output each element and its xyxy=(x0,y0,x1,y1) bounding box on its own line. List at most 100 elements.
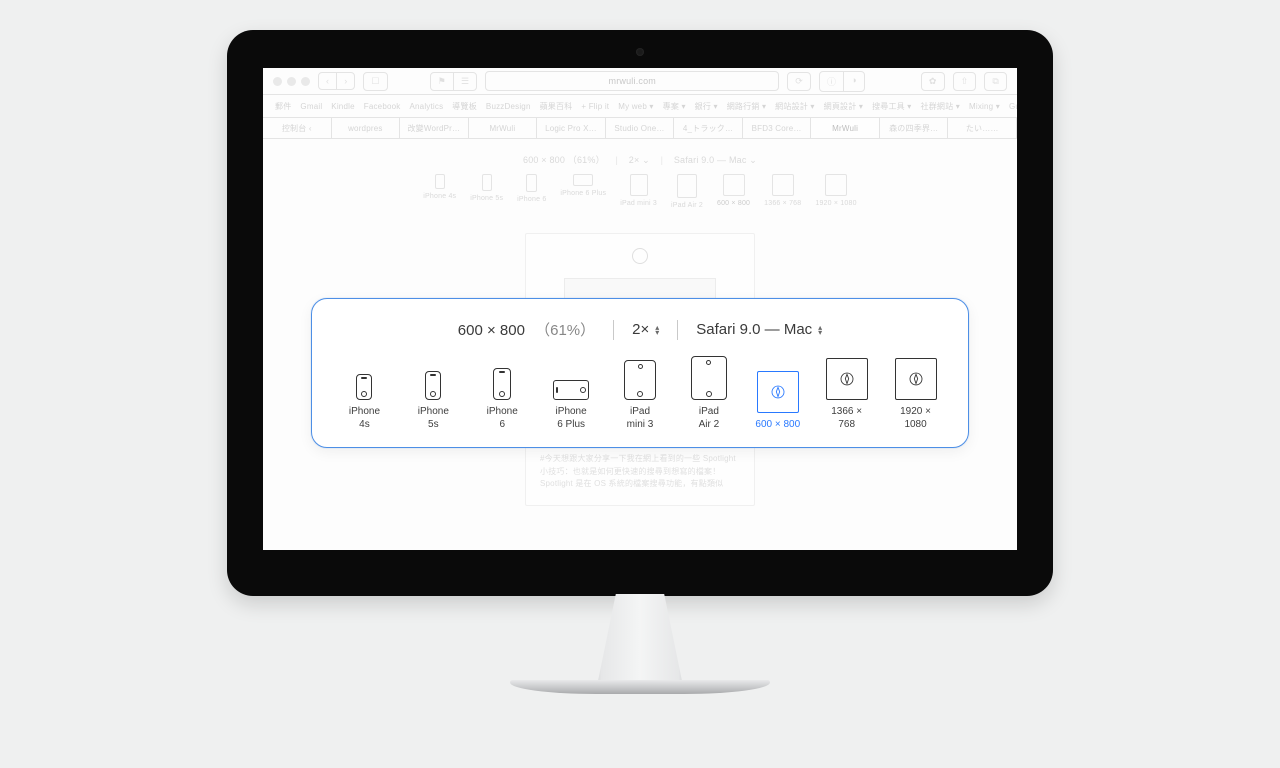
bookmarks-bar[interactable]: 郵件 Gmail Kindle Facebook Analytics 導覽板 BuzzDes… xyxy=(263,95,1017,118)
viewport-percent: （61%） xyxy=(535,322,595,339)
settings-button[interactable]: ✿ xyxy=(921,72,945,91)
window-controls[interactable] xyxy=(273,77,310,86)
bookmark-item[interactable]: 網頁設計 ▾ xyxy=(824,101,863,112)
device-label: iPhone 5s xyxy=(418,406,449,431)
faded-device-option: 1366 × 768 xyxy=(764,174,801,209)
ipad-icon xyxy=(691,356,727,400)
bookmark-item[interactable]: 導覽板 xyxy=(452,101,477,112)
bookmark-item[interactable]: Gmail xyxy=(300,102,322,111)
bookmark-item[interactable]: Facebook xyxy=(364,102,401,111)
separator xyxy=(677,320,678,340)
reload-button[interactable]: ⟳ xyxy=(787,72,811,91)
imac-stand-foot xyxy=(510,680,770,694)
browser-tab[interactable]: BFD3 Core… xyxy=(743,118,812,138)
bookmark-item[interactable]: My web ▾ xyxy=(618,102,653,111)
bookmark-item[interactable]: 社群網站 ▾ xyxy=(921,101,960,112)
responsive-design-panel: 600 × 800 （61%） 2× ▴▾ Safari 9.0 — Mac ▴… xyxy=(311,298,969,448)
ipad-icon xyxy=(624,360,656,400)
sidebar-button[interactable]: ☐ xyxy=(363,72,387,91)
device-option-ipad-mini-3[interactable]: iPad mini 3 xyxy=(616,360,665,431)
bookmark-item[interactable]: 網站設計 ▾ xyxy=(775,101,814,112)
scale-value: 2× xyxy=(632,321,649,338)
camera-dot xyxy=(636,48,644,56)
device-option-iphone-5s[interactable]: iPhone 5s xyxy=(409,371,458,431)
browser-tab[interactable]: Logic Pro X… xyxy=(537,118,606,138)
reader-info[interactable]: ⓘ◑ xyxy=(819,71,865,92)
browser-tab[interactable]: 森の四季界… xyxy=(880,118,949,138)
device-label: iPhone 6 xyxy=(487,406,518,431)
faded-scale: 2× xyxy=(629,155,640,165)
article-body: #今天想跟大家分享一下我在網上看到的一些 Spotlight 小技巧：也就是如何… xyxy=(540,453,740,491)
browser-tab[interactable]: 改變WordPr… xyxy=(400,118,469,138)
device-label: iPad Air 2 xyxy=(699,406,720,431)
reader-buttons[interactable]: ⚑☰ xyxy=(430,72,478,91)
device-option-iphone-6-plus[interactable]: iPhone 6 Plus xyxy=(547,380,596,431)
browser-tab[interactable]: MrWuli xyxy=(469,118,538,138)
bookmark-item[interactable]: 網路行銷 ▾ xyxy=(727,101,766,112)
tab-strip[interactable]: 控制台 ‹wordpres改變WordPr…MrWuliLogic Pro X…… xyxy=(263,118,1017,139)
device-label: 600 × 800 xyxy=(755,419,800,432)
useragent-picker[interactable]: Safari 9.0 — Mac ▴▾ xyxy=(696,321,822,338)
device-option-iphone-4s[interactable]: iPhone 4s xyxy=(340,374,389,431)
bookmark-item[interactable]: 搜尋工具 ▾ xyxy=(872,101,911,112)
bookmark-item[interactable]: Kindle xyxy=(331,102,354,111)
faded-device-option: 600 × 800 xyxy=(717,174,750,209)
device-option-1920-1080[interactable]: 1920 × 1080 xyxy=(891,358,940,431)
device-option-1366-768[interactable]: 1366 × 768 xyxy=(822,358,871,431)
device-option-600-800[interactable]: 600 × 800 xyxy=(753,371,802,432)
bookmark-item[interactable]: + Flip it xyxy=(581,102,609,111)
faded-ua: Safari 9.0 — Mac xyxy=(674,155,747,165)
desktop-icon xyxy=(826,358,868,400)
share-button[interactable]: ⇧ xyxy=(953,72,977,91)
faded-device-option: iPhone 6 xyxy=(517,174,546,209)
stepper-icon: ▴▾ xyxy=(655,325,659,335)
browser-toolbar: ‹› ☐ ⚑☰ mrwuli.com ⟳ ⓘ◑ ✿ ⇧ ⧉ xyxy=(263,68,1017,95)
bookmark-item[interactable]: 專案 ▾ xyxy=(663,101,686,112)
iphone-icon xyxy=(553,380,589,400)
bookmark-item[interactable]: Analytics xyxy=(409,102,443,111)
browser-tab[interactable]: たい…… xyxy=(948,118,1017,138)
zoom-icon[interactable] xyxy=(301,77,310,86)
responsive-status-row: 600 × 800 （61%） 2× ▴▾ Safari 9.0 — Mac ▴… xyxy=(340,319,940,340)
imac-stand-neck xyxy=(585,594,695,680)
bookmark-item[interactable]: BuzzDesign xyxy=(486,102,531,111)
viewport-size-value: 600 × 800 xyxy=(458,322,525,339)
browser-tab[interactable]: MrWuli xyxy=(811,118,880,138)
device-picker: iPhone 4s iPhone 5s iPhone 6 iPhone 6 Plus i… xyxy=(340,356,940,431)
device-label: 1920 × 1080 xyxy=(891,406,940,431)
bookmark-item[interactable]: Mixing ▾ xyxy=(969,102,1000,111)
bookmark-item[interactable]: 蘋果百科 xyxy=(540,101,573,112)
iphone-icon xyxy=(493,368,511,400)
tabs-button[interactable]: ⧉ xyxy=(984,72,1007,91)
bookmark-item[interactable]: Guitar ▾ xyxy=(1009,102,1017,111)
faded-device-option: iPhone 4s xyxy=(423,174,456,209)
browser-tab[interactable]: wordpres xyxy=(332,118,401,138)
scale-picker[interactable]: 2× ▴▾ xyxy=(632,321,659,338)
iphone-icon xyxy=(425,371,441,400)
faded-device-option: iPhone 5s xyxy=(470,174,503,209)
device-label: iPhone 6 Plus xyxy=(556,406,587,431)
responsive-bar-faded: 600 × 800 （61%） | 2× ⌄ | Safari 9.0 — Ma… xyxy=(263,153,1017,209)
globe-icon xyxy=(632,248,648,264)
device-label: iPad mini 3 xyxy=(627,406,654,431)
faded-device-option: iPad Air 2 xyxy=(671,174,703,209)
nav-buttons[interactable]: ‹› xyxy=(318,72,355,90)
useragent-value: Safari 9.0 — Mac xyxy=(696,321,812,338)
bookmark-item[interactable]: 郵件 xyxy=(275,101,291,112)
browser-tab[interactable]: Studio One… xyxy=(606,118,675,138)
bookmark-item[interactable]: 銀行 ▾ xyxy=(695,101,718,112)
browser-tab[interactable]: 4_トラック… xyxy=(674,118,743,138)
browser-tab[interactable]: 控制台 ‹ xyxy=(263,118,332,138)
device-option-iphone-6[interactable]: iPhone 6 xyxy=(478,368,527,431)
close-icon[interactable] xyxy=(273,77,282,86)
address-bar[interactable]: mrwuli.com xyxy=(485,71,779,91)
faded-device-option: iPad mini 3 xyxy=(620,174,657,209)
device-option-ipad-air-2[interactable]: iPad Air 2 xyxy=(684,356,733,431)
faded-size: 600 × 800 xyxy=(523,155,565,165)
faded-percent: （61%） xyxy=(568,155,605,165)
device-label: iPhone 4s xyxy=(349,406,380,431)
minimize-icon[interactable] xyxy=(287,77,296,86)
viewport-size[interactable]: 600 × 800 （61%） xyxy=(458,319,595,340)
desktop-icon xyxy=(757,371,799,413)
iphone-icon xyxy=(356,374,372,400)
